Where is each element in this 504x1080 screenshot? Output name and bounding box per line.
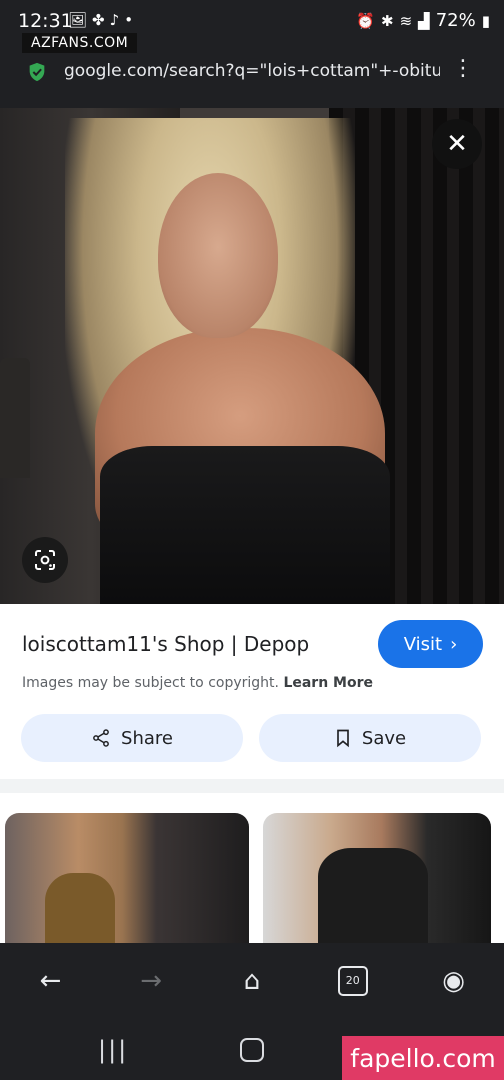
google-lens-icon[interactable] [22, 537, 68, 583]
battery-icon: ▮ [481, 11, 490, 30]
battery-level: 72% [435, 10, 476, 31]
recent-apps-icon[interactable]: ||| [98, 1036, 128, 1064]
visit-button[interactable]: Visit › [378, 620, 483, 668]
home-icon[interactable]: ⌂ [227, 966, 277, 996]
learn-more-link[interactable]: Learn More [283, 675, 373, 691]
lens-glyph [35, 550, 55, 570]
url-bar[interactable]: google.com/search?q="lois+cottam"+-obitu… [0, 44, 504, 108]
url-text[interactable]: google.com/search?q="lois+cottam"+-obitu… [64, 61, 440, 81]
copyright-notice: Images may be subject to copyright. Lear… [22, 675, 373, 691]
tiktok-icon: ♪ [109, 11, 120, 29]
copyright-text: Images may be subject to copyright. [22, 675, 279, 691]
related-image-1[interactable] [5, 813, 249, 943]
shield-check-icon[interactable] [26, 61, 48, 83]
tabs-icon: 20 [337, 965, 368, 996]
wifi-icon: ≋ [399, 11, 413, 30]
related-figure [45, 873, 115, 943]
share-button[interactable]: Share [21, 714, 243, 762]
background-bottle [0, 358, 30, 478]
forward-icon[interactable]: → [126, 966, 176, 996]
status-left-icons: 🖼 ✤ ♪ • [68, 11, 133, 29]
watermark-top: AZFANS.COM [22, 33, 138, 53]
tabs-button[interactable]: 20 [328, 965, 378, 996]
result-title[interactable]: loiscottam11's Shop | Depop [22, 632, 309, 656]
save-label: Save [361, 727, 407, 749]
signal-icon: ▟ [418, 11, 430, 30]
status-right-icons: ⏰ ✱ ≋ ▟ 72% ▮ [356, 10, 490, 31]
image-icon: 🖼 [68, 11, 88, 29]
more-vert-icon[interactable]: ⋮ [452, 58, 474, 80]
close-icon[interactable]: ✕ [432, 119, 482, 169]
visit-label: Visit [403, 633, 443, 655]
bookmark-icon [337, 729, 349, 748]
related-figure [318, 848, 428, 943]
back-icon[interactable]: ← [25, 966, 75, 996]
dot-icon: • [124, 11, 134, 29]
share-icon [93, 729, 109, 747]
save-button[interactable]: Save [259, 714, 481, 762]
pinwheel-icon: ✤ [92, 11, 105, 29]
watermark-bottom: fapello.com [342, 1036, 504, 1080]
share-label: Share [121, 727, 173, 749]
related-images [0, 793, 504, 943]
chevron-right-icon: › [450, 633, 458, 655]
bluetooth-icon: ✱ [381, 11, 394, 30]
browser-bottom-nav: ← → ⌂ 20 ◉ [0, 943, 504, 1018]
face-shape [158, 173, 278, 338]
related-image-2[interactable] [263, 813, 491, 943]
system-home-icon[interactable] [240, 1038, 264, 1062]
image-preview[interactable]: ✕ [0, 108, 504, 604]
status-time: 12:31 [18, 10, 73, 32]
result-info-panel: loiscottam11's Shop | Depop Visit › Imag… [0, 604, 504, 779]
alarm-icon: ⏰ [356, 11, 376, 30]
dress-shape [100, 446, 390, 604]
account-icon[interactable]: ◉ [429, 966, 479, 996]
section-divider [0, 779, 504, 793]
